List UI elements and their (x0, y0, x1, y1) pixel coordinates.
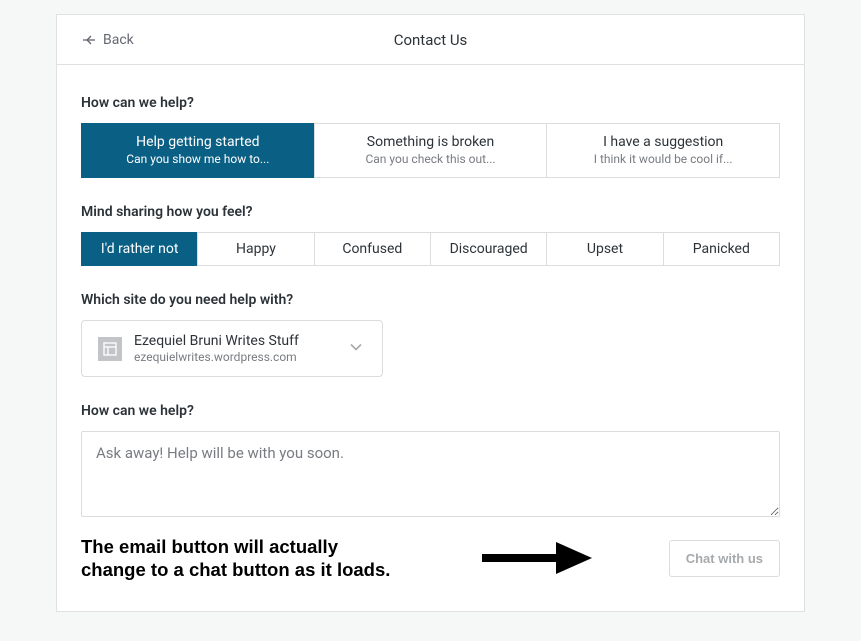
site-question: Which site do you need help with? (81, 292, 780, 308)
page-title: Contact Us (394, 31, 468, 49)
mood-option-confused[interactable]: Confused (314, 232, 431, 266)
category-option-suggestion[interactable]: I have a suggestion I think it would be … (546, 123, 780, 178)
site-icon (98, 337, 122, 361)
help-category-question: How can we help? (81, 95, 780, 111)
category-subtitle: Can you show me how to... (88, 152, 308, 166)
mood-option-rather-not[interactable]: I'd rather not (81, 232, 198, 266)
message-section: How can we help? (81, 403, 780, 521)
site-select[interactable]: Ezequiel Bruni Writes Stuff ezequielwrit… (81, 320, 383, 377)
mood-section: Mind sharing how you feel? I'd rather no… (81, 204, 780, 266)
chat-button[interactable]: Chat with us (669, 540, 780, 577)
category-subtitle: I think it would be cool if... (553, 152, 773, 166)
site-url: ezequielwrites.wordpress.com (134, 350, 299, 364)
category-option-broken[interactable]: Something is broken Can you check this o… (314, 123, 548, 178)
site-section: Which site do you need help with? Ezequi… (81, 292, 780, 377)
mood-question: Mind sharing how you feel? (81, 204, 780, 220)
chevron-down-icon (346, 337, 366, 361)
mood-option-panicked[interactable]: Panicked (663, 232, 780, 266)
help-category-options: Help getting started Can you show me how… (81, 123, 780, 178)
mood-option-discouraged[interactable]: Discouraged (430, 232, 547, 266)
mood-option-upset[interactable]: Upset (546, 232, 663, 266)
mood-options: I'd rather not Happy Confused Discourage… (81, 232, 780, 266)
back-label: Back (103, 32, 134, 48)
back-button[interactable]: Back (81, 32, 134, 48)
annotation-line2: change to a chat button as it loads. (81, 559, 390, 580)
category-title: Help getting started (88, 134, 308, 150)
contact-panel: Back Contact Us How can we help? Help ge… (56, 14, 805, 612)
mood-option-happy[interactable]: Happy (197, 232, 314, 266)
category-title: I have a suggestion (553, 134, 773, 150)
annotation-text: The email button will actually change to… (81, 535, 390, 581)
category-option-getting-started[interactable]: Help getting started Can you show me how… (81, 123, 315, 178)
arrow-right-icon (482, 540, 592, 576)
annotation-line1: The email button will actually (81, 536, 338, 557)
message-question: How can we help? (81, 403, 780, 419)
help-category-section: How can we help? Help getting started Ca… (81, 95, 780, 178)
site-text: Ezequiel Bruni Writes Stuff ezequielwrit… (134, 333, 299, 364)
site-name: Ezequiel Bruni Writes Stuff (134, 333, 299, 349)
footer-row: The email button will actually change to… (81, 535, 780, 581)
category-subtitle: Can you check this out... (321, 152, 541, 166)
category-title: Something is broken (321, 134, 541, 150)
panel-body: How can we help? Help getting started Ca… (57, 65, 804, 605)
panel-header: Back Contact Us (57, 15, 804, 65)
arrow-left-icon (81, 32, 97, 48)
message-textarea[interactable] (81, 431, 780, 517)
site-select-content: Ezequiel Bruni Writes Stuff ezequielwrit… (98, 333, 299, 364)
